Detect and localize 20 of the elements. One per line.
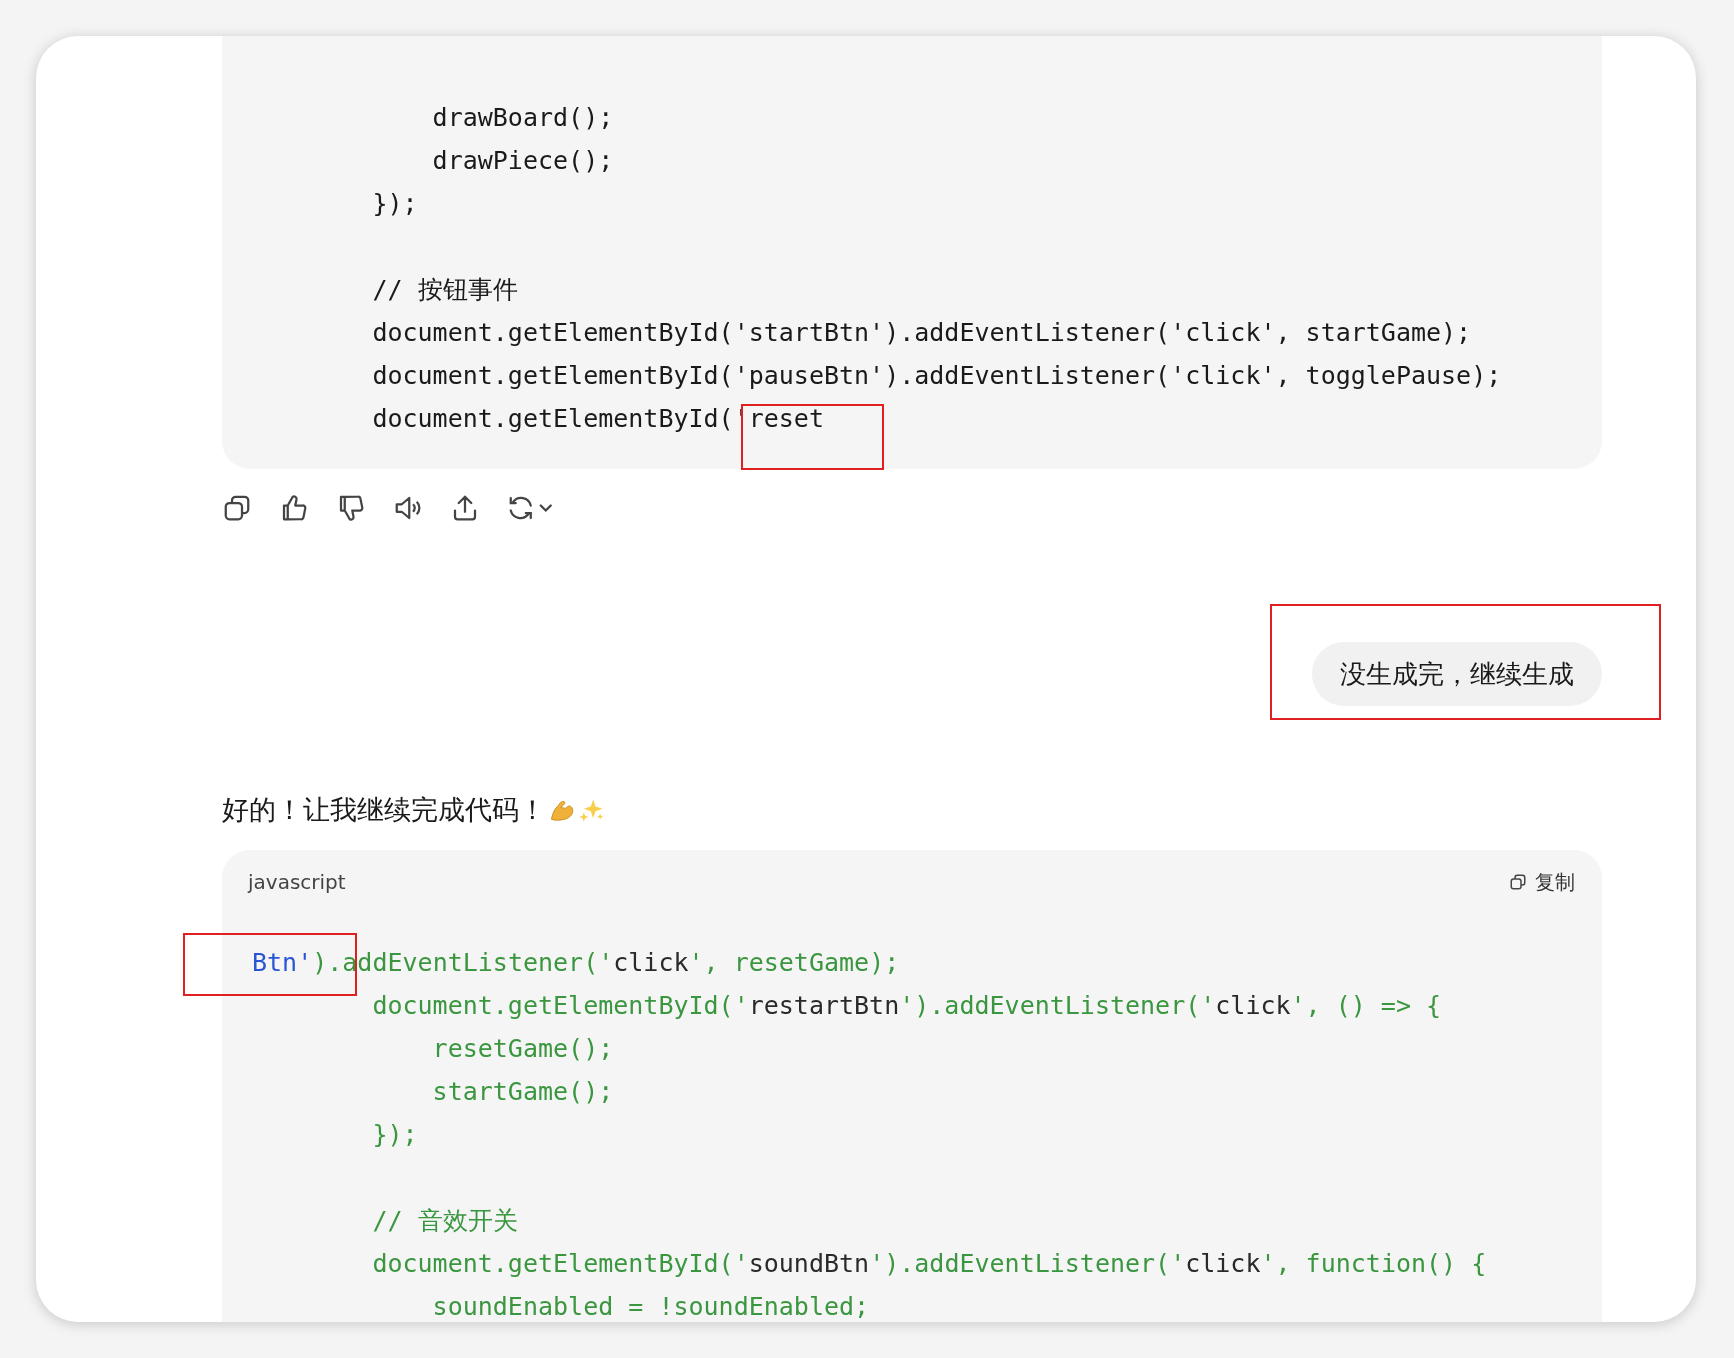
copy-icon (1509, 873, 1527, 891)
code-line: }); (371, 1119, 419, 1151)
code-line: }); (371, 188, 419, 220)
language-label: javascript (248, 870, 346, 894)
user-message: 没生成完，继续生成 (1312, 642, 1602, 706)
code-line: // 按钮事件 (371, 274, 519, 306)
code-line: document.getElementById('restartBtn').addEventListener('click', () => { (371, 990, 1443, 1022)
code-line: drawBoard(); (431, 102, 615, 134)
code-line: document.getElementById('reset (371, 403, 825, 435)
code-line: startGame(); (431, 1076, 615, 1108)
code-line: // 音效开关 (371, 1205, 519, 1237)
code-line: document.getElementById('soundBtn').addEventListener('click', function() { (371, 1248, 1488, 1280)
code-line: document.getElementById('pauseBtn').addEventListener('click', togglePause); (371, 360, 1503, 392)
copy-icon[interactable] (222, 493, 252, 523)
code-line: drawPiece(); (431, 145, 615, 177)
code-line: soundEnabled = !soundEnabled; (431, 1291, 871, 1322)
copy-button[interactable]: 复制 (1509, 868, 1575, 896)
assistant-message: 好的！让我继续完成代码！ (222, 793, 546, 827)
code-line: resetGame(); (431, 1033, 615, 1065)
code-line: document.getElementById('startBtn').addEventListener('click', startGame); (371, 317, 1473, 349)
